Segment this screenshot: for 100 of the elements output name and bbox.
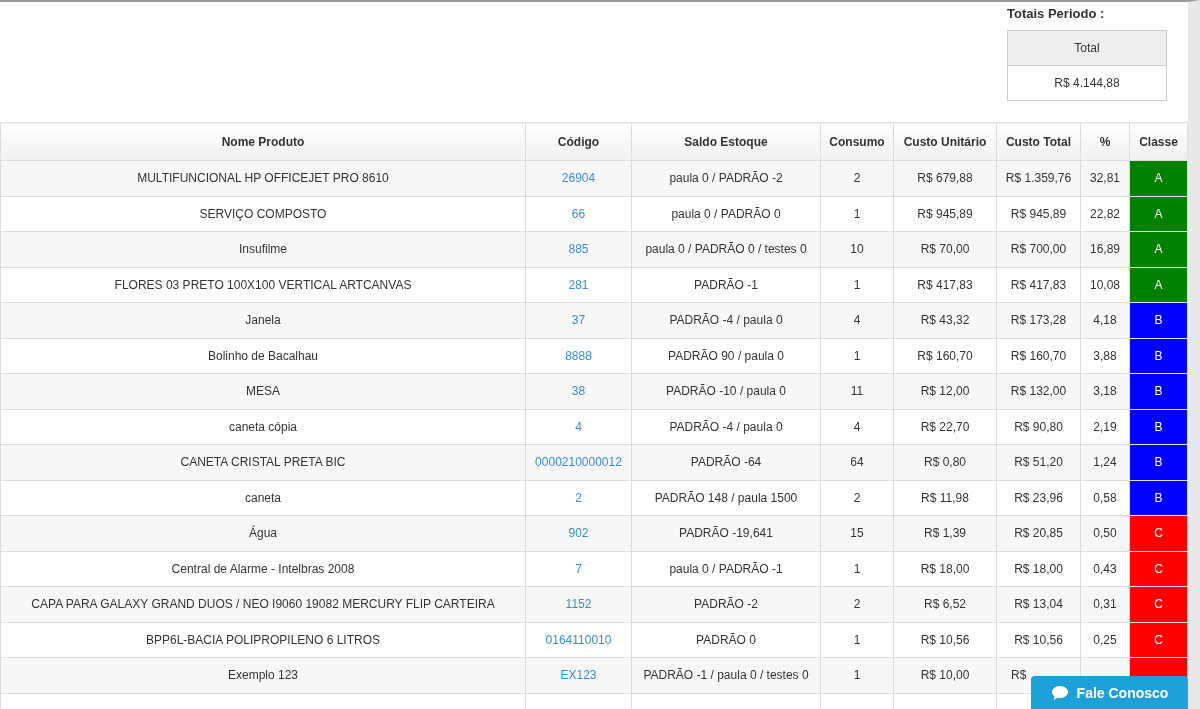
table-cell: Central de Alarme - Intelbras 2008 <box>0 551 526 587</box>
table-cell: 22,82 <box>1080 196 1130 232</box>
table-cell: 4 <box>820 409 894 445</box>
class-cell: A <box>1129 231 1188 267</box>
table-cell: R$ 417,83 <box>893 267 997 303</box>
table-cell: 16,89 <box>1080 231 1130 267</box>
table-cell: R$ 43,32 <box>893 302 997 338</box>
table-cell: R$ 1,39 <box>893 515 997 551</box>
table-cell: Exemplo 123 <box>0 657 526 693</box>
column-header: Classe <box>1129 122 1188 161</box>
product-code-link[interactable]: EX123 <box>560 668 597 683</box>
table-cell: 2 <box>820 160 894 196</box>
product-code-link[interactable]: 66 <box>571 206 586 221</box>
table-cell: R$ 173,28 <box>996 302 1081 338</box>
table-cell: R$ 160,70 <box>996 338 1081 374</box>
table-cell: R$ 945,89 <box>996 196 1081 232</box>
table-cell: SERVIÇO COMPOSTO <box>0 196 526 232</box>
product-code-link[interactable]: 37 <box>571 313 586 328</box>
class-cell: A <box>1129 160 1188 196</box>
table-cell: 0,50 <box>1080 515 1130 551</box>
product-code-link[interactable]: 8888 <box>565 348 592 363</box>
table-cell: 15 <box>820 515 894 551</box>
table-cell: R$ 132,00 <box>996 373 1081 409</box>
column-header: Custo Total <box>996 122 1081 161</box>
table-cell: PADRÃO -19,641 <box>631 515 821 551</box>
table-cell: PADRÃO -10 / paula 0 <box>631 373 821 409</box>
product-code-link[interactable]: 902 <box>568 526 589 541</box>
table-cell: 0,31 <box>1080 586 1130 622</box>
table-cell: 3,88 <box>1080 338 1130 374</box>
table-cell: R$ 13,04 <box>996 586 1081 622</box>
product-code-link[interactable]: 281 <box>568 277 589 292</box>
table-cell: PADRÃO 90 / paula 0 <box>631 338 821 374</box>
table-cell: R$ 23,96 <box>996 480 1081 516</box>
column-header: Consumo <box>820 122 894 161</box>
table-cell: 1 <box>820 338 894 374</box>
product-code-link[interactable]: 4 <box>575 419 582 434</box>
table-cell: CANETA CRISTAL PRETA BIC <box>0 444 526 480</box>
table-cell-text: R$ 4.144,88 <box>1053 75 1121 92</box>
product-code-link[interactable]: 7 <box>575 561 582 576</box>
table-cell: R$ 6,52 <box>893 586 997 622</box>
table-cell: PADRÃO -4 / paula 0 <box>631 302 821 338</box>
table-header-cell: Total <box>1008 31 1166 66</box>
table-cell: Janela <box>0 302 526 338</box>
table-cell: R$ 20,85 <box>996 515 1081 551</box>
table-cell: 1 <box>820 196 894 232</box>
table-cell: R$ 10,56 <box>893 622 997 658</box>
table-cell: 1 <box>820 622 894 658</box>
table-cell: FLORES 03 PRETO 100X100 VERTICAL ARTCANVAS <box>0 267 526 303</box>
product-code-link[interactable]: 885 <box>568 242 589 257</box>
table-cell: 64 <box>820 444 894 480</box>
table-cell: Água <box>0 515 526 551</box>
product-code-link[interactable]: 38 <box>571 384 586 399</box>
table-cell: R$ 18,00 <box>893 551 997 587</box>
table-cell: paula 0 / PADRÃO -2 <box>631 160 821 196</box>
table-cell: R$ 90,80 <box>996 409 1081 445</box>
column-header: Nome Produto <box>0 122 526 161</box>
table-cell: R$ 1.359,76 <box>996 160 1081 196</box>
table-cell: paula 0 / PADRÃO 0 <box>631 196 821 232</box>
table-cell: R$ 700,00 <box>996 231 1081 267</box>
table-cell: 1 <box>820 267 894 303</box>
table-cell: 0,58 <box>1080 480 1130 516</box>
column-header: Código <box>525 122 632 161</box>
chat-button[interactable]: Fale Conosco <box>1031 676 1188 709</box>
table-cell: 10 <box>820 231 894 267</box>
column-header: Saldo Estoque <box>631 122 821 161</box>
table-cell: R$ 417,83 <box>996 267 1081 303</box>
table-cell: R$ 70,00 <box>893 231 997 267</box>
table-cell: 1,24 <box>1080 444 1130 480</box>
product-code-link[interactable]: 26904 <box>561 171 596 186</box>
totals-heading: Totais Periodo : <box>1007 6 1106 21</box>
class-cell: A <box>1129 196 1188 232</box>
class-cell: C <box>1129 622 1188 658</box>
table-cell: PADRÃO 148 / paula 1500 <box>631 480 821 516</box>
table-cell: PADRÃO -1 <box>631 267 821 303</box>
table-cell: BPP6L-BACIA POLIPROPILENO 6 LITROS <box>0 622 526 658</box>
class-cell: B <box>1129 302 1188 338</box>
class-cell: B <box>1129 409 1188 445</box>
class-cell: A <box>1129 267 1188 303</box>
table-cell: R$ 679,88 <box>893 160 997 196</box>
column-header: % <box>1080 122 1130 161</box>
table-cell: Bolinho de Bacalhau <box>0 338 526 374</box>
class-cell: B <box>1129 373 1188 409</box>
product-code-link[interactable]: 2 <box>575 490 582 505</box>
speech-bubble-icon <box>1050 684 1069 701</box>
table-cell: 1 <box>820 551 894 587</box>
table-cell: 2 <box>820 586 894 622</box>
class-cell: C <box>1129 586 1188 622</box>
class-cell: C <box>1129 515 1188 551</box>
column-header: Custo Unitário <box>893 122 997 161</box>
table-cell: 4 <box>820 302 894 338</box>
class-cell: B <box>1129 338 1188 374</box>
table-cell: R$ 160,70 <box>893 338 997 374</box>
table-cell: 11 <box>820 373 894 409</box>
table-cell: PADRÃO -2 <box>631 586 821 622</box>
table-cell: 0,25 <box>1080 622 1130 658</box>
table-cell: R$ 12,00 <box>893 373 997 409</box>
table-cell: 10,08 <box>1080 267 1130 303</box>
table-cell: 1 <box>820 657 894 693</box>
product-code-link[interactable]: 1152 <box>565 597 592 612</box>
table-cell: PADRÃO 0 <box>631 622 821 658</box>
